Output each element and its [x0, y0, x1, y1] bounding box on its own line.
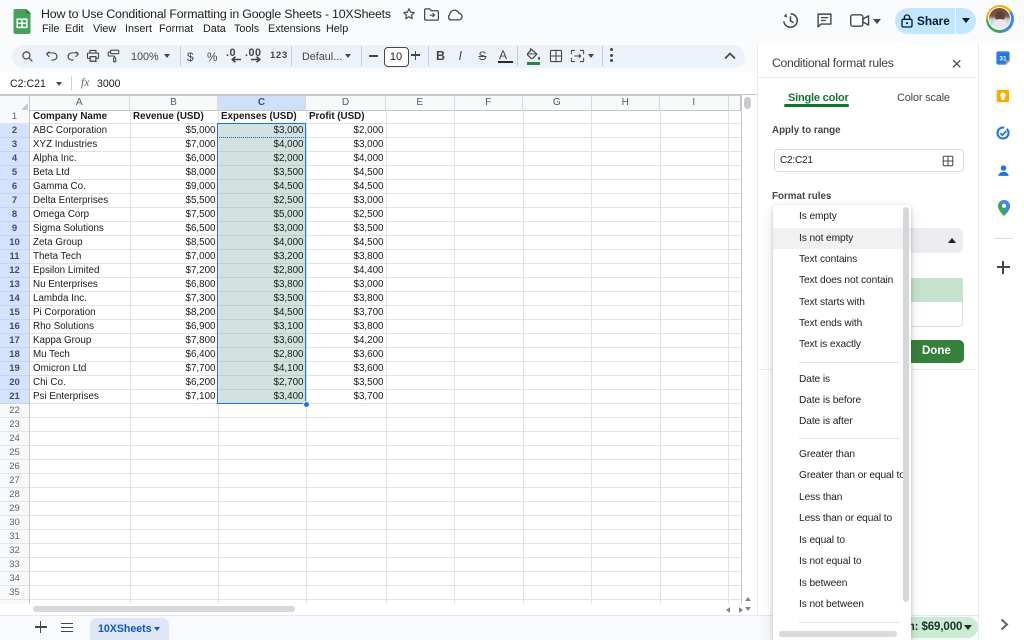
- svg-text:31: 31: [999, 55, 1007, 62]
